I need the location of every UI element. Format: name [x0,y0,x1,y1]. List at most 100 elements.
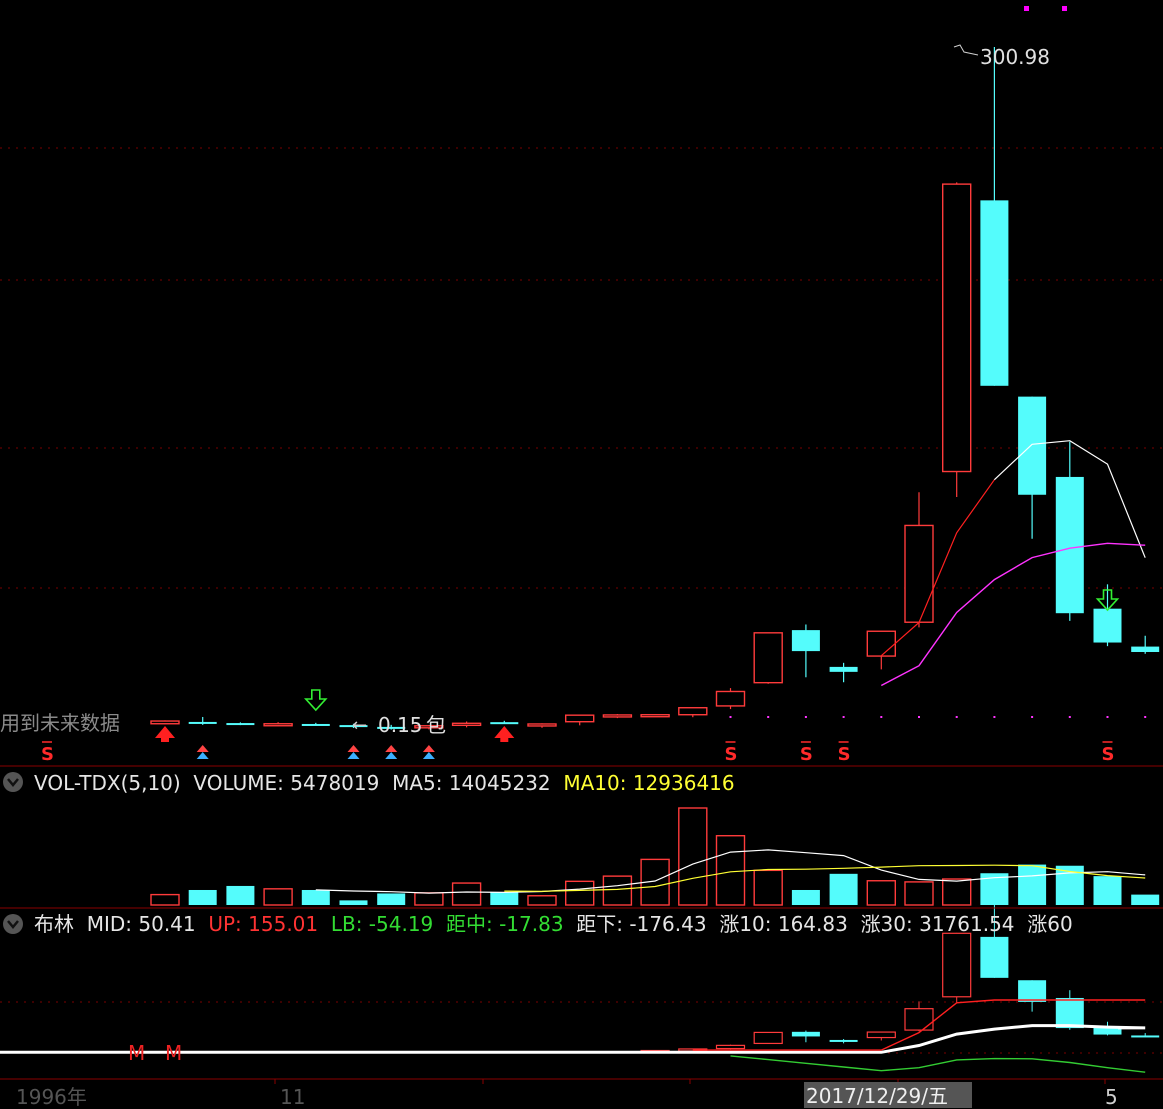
buy-signal-up [385,745,398,752]
signal-dot [955,716,958,718]
indicator-field: 涨10: 164.83 [719,912,860,936]
candle-body-up [715,690,746,707]
boll-candle-up [904,1008,934,1031]
peak-label: 300.98 [980,45,1050,69]
future-data-note: 用到未来数据 [0,711,120,735]
red-arrow-up-icon [494,726,515,742]
candle-body-up [565,714,595,723]
candle-body-up [904,524,934,623]
candle-body-up [942,183,972,473]
candle-body-down [1093,608,1122,643]
signal-dot [1068,716,1071,718]
volume-bar-down [1018,864,1047,905]
boll-candle-up [715,1044,746,1050]
signal-dot [1031,716,1034,718]
time-label-start: 1996年 [16,1085,87,1109]
buy-signal-up [422,752,435,759]
candle-body-up [451,722,482,727]
volume-bar-up [451,882,482,906]
indicator-name: VOL-TDX(5,10) [34,771,193,795]
sell-signal-s: S [41,744,54,765]
candle-body-down [791,630,820,652]
candle-body-up [753,632,783,684]
volume-bar-down [339,900,368,905]
time-cursor-label: 2017/12/29/五 [806,1084,948,1108]
buy-signal-up [347,745,360,752]
time-label-mid: 11 [280,1085,305,1109]
boll-settings-icon[interactable] [3,914,23,934]
candle-body-up [866,630,896,657]
candle-body-down [1018,396,1047,495]
buy-signal-up [347,752,360,759]
boll-candle-down [829,1039,858,1042]
ma5-line [880,479,995,657]
volume-bar-down [1093,876,1122,905]
stock-chart[interactable]: S S S S S 300.98 ← 0.15 包 用到未来数据 VOL-TDX(5,1… [0,0,1163,1109]
time-axis [274,1079,1106,1084]
boll-header: 布林 MID: 50.41 UP: 155.01 LB: -54.19 距中: … [3,912,1085,936]
volume-bar-down [301,889,330,905]
indicator-field: VOLUME: 5478019 [193,771,392,795]
boll-candle-down [1131,1035,1160,1038]
boll-candle-up [753,1031,783,1045]
sell-signal-s: S [1102,744,1115,765]
low-annotation: ← 0.15 包 [352,713,446,737]
buy-signal-up [422,745,435,752]
indicator-name: 布林 [34,912,87,936]
indicator-field: MA10: 12936416 [563,771,747,795]
volume-bar-up [263,888,293,906]
volume-bars [150,807,1160,906]
signal-dot [1106,716,1109,718]
candle-body-up [263,723,293,727]
vol-header: VOL-TDX(5,10) VOLUME: 5478019 MA5: 14045… [3,771,747,795]
low-arrow: ← [352,715,367,736]
signal-dot [804,716,807,718]
signal-dot [993,716,996,718]
candle-body-up [150,720,180,725]
peak-annotation: 300.98 [953,44,1050,69]
sell-signal-s: S [838,744,851,765]
low-label: 0.15 [378,713,423,737]
red-arrow-up-icon [155,726,175,742]
volume-bar-up [602,875,633,906]
volume-bar-up [150,893,180,906]
volume-bar-down [490,892,519,905]
signal-dot [767,716,770,718]
sell-signal-s: S [725,744,738,765]
candle-body-up [527,723,557,727]
signal-markers: SSSSS [41,589,1147,765]
price-candles [150,47,1160,730]
status-dot [1062,6,1067,11]
signal-dot [842,716,845,718]
candle-body-down [829,666,858,672]
low-label-suffix: 包 [426,713,446,737]
volume-bar-up [942,878,972,906]
green-arrow-down-icon [303,689,328,712]
signal-dot [1144,716,1147,718]
indicator-field: MA5: 14045232 [392,771,563,795]
volume-bar-down [829,873,858,905]
indicator-field: LB: -54.19 [331,912,446,936]
volume-bar-down [791,889,820,905]
volume-bar-up [904,881,934,906]
boll-candle-down [791,1031,820,1037]
indicator-field: 距下: -176.43 [576,912,719,936]
candle-body-down [490,722,519,725]
candle-body-down [188,721,217,724]
indicator-field: 涨30: 31761.54 [861,912,1028,936]
indicator-field: UP: 155.01 [208,912,331,936]
buy-signal-up [385,752,398,759]
boll-header-text: 布林 MID: 50.41 UP: 155.01 LB: -54.19 距中: … [34,912,1085,936]
volume-bar-up [414,892,444,906]
peak-leader-line [953,44,979,56]
candle-body-down [1131,646,1160,653]
boll-lower-line [730,1055,1146,1073]
vol-settings-icon[interactable] [3,772,23,792]
boll-marker-m: M [165,1041,182,1065]
boll-marker-m: M [128,1041,145,1065]
boll-candle-down [1055,997,1084,1029]
boll-candle-up [866,1031,896,1039]
status-dot [1024,6,1029,11]
vol-header-text: VOL-TDX(5,10) VOLUME: 5478019 MA5: 14045… [34,771,747,795]
boll-candle-down [1018,980,1047,1002]
